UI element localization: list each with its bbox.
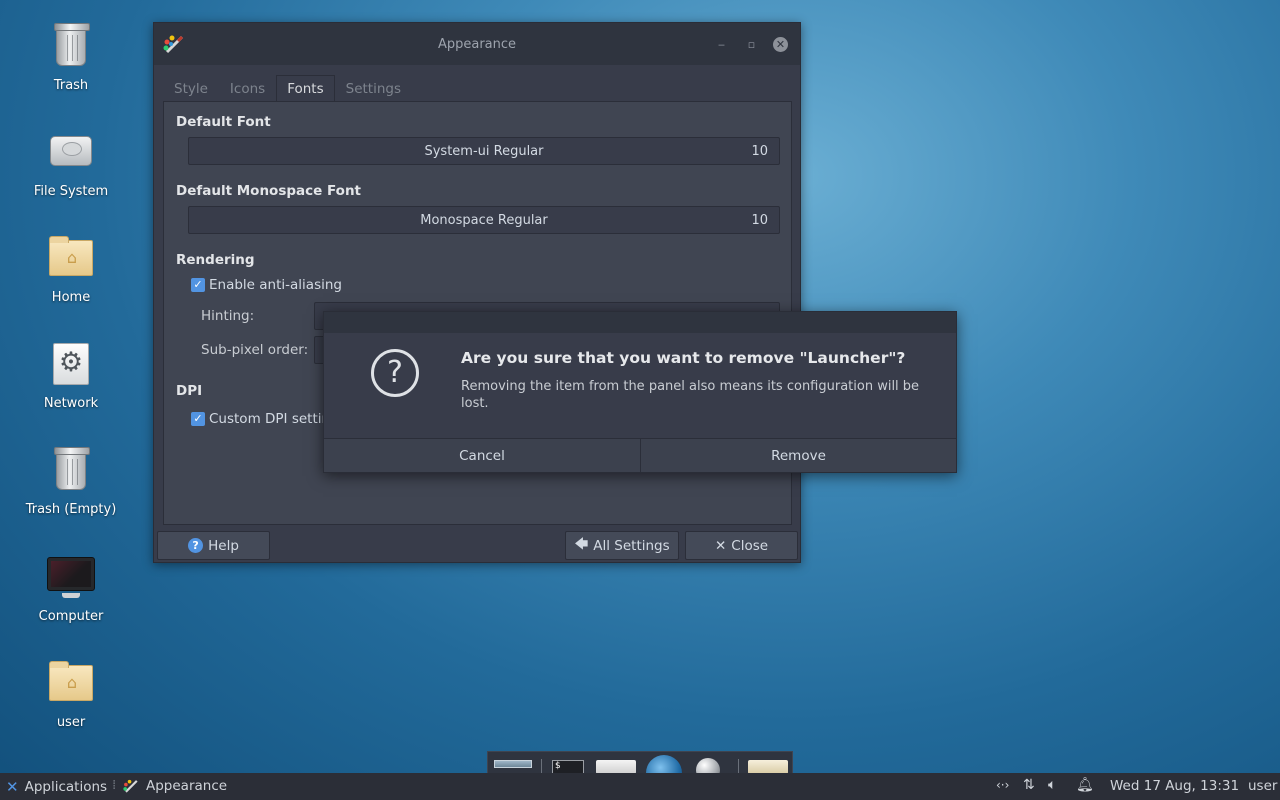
custom-dpi-row[interactable]: ✓ Custom DPI settin	[191, 411, 330, 427]
web-browser-icon[interactable]	[646, 755, 682, 773]
minimize-button[interactable]: ‒	[714, 37, 729, 52]
rendering-heading: Rendering	[176, 252, 255, 268]
applications-menu[interactable]: ✕ Applications	[6, 778, 107, 796]
user-menu[interactable]: user	[1248, 778, 1277, 794]
default-font-heading: Default Font	[176, 114, 271, 130]
folder-icon[interactable]	[748, 760, 788, 773]
appearance-app-icon	[163, 35, 184, 54]
window-titlebar[interactable]: Appearance ‒ ▫ ✕	[154, 23, 800, 65]
maximize-button[interactable]: ▫	[744, 37, 759, 52]
cancel-button[interactable]: Cancel	[324, 439, 640, 472]
antialias-checkbox[interactable]: ✓	[191, 278, 205, 292]
appearance-app-icon	[123, 779, 138, 793]
hard-drive-icon	[47, 128, 95, 176]
xfce-logo-icon: ✕	[6, 778, 19, 796]
monospace-font-button[interactable]: Monospace Regular 10	[188, 206, 780, 234]
network-status-icon[interactable]: ‹·›	[996, 778, 1009, 792]
taskbar-window-label: Appearance	[146, 778, 228, 794]
antialias-row[interactable]: ✓ Enable anti-aliasing	[191, 277, 342, 293]
help-label: Help	[208, 537, 239, 554]
user-folder-icon: ⌂	[47, 659, 95, 707]
close-window-button[interactable]: ✕	[773, 37, 788, 52]
dialog-body: Removing the item from the panel also me…	[461, 379, 920, 411]
window-title: Appearance	[437, 36, 517, 52]
close-button[interactable]: ✕ Close	[685, 531, 798, 560]
desktop-icon-label: user	[56, 715, 86, 730]
custom-dpi-label: Custom DPI settin	[209, 411, 331, 427]
network-settings-icon: ⚙	[47, 340, 95, 388]
close-label: Close	[731, 537, 769, 554]
monospace-font-size: 10	[751, 212, 768, 228]
default-font-size: 10	[751, 143, 768, 159]
close-icon: ✕	[714, 537, 727, 554]
dialog-titlebar[interactable]	[324, 312, 956, 333]
dock-separator	[541, 759, 542, 773]
desktop-icon-label: Home	[51, 290, 91, 305]
tab-fonts[interactable]: Fonts	[276, 75, 335, 101]
updates-arrows-icon[interactable]: ⇅	[1023, 777, 1035, 793]
monospace-font-heading: Default Monospace Font	[176, 183, 362, 199]
monospace-font-name: Monospace Regular	[420, 212, 548, 228]
remove-button[interactable]: Remove	[640, 439, 956, 472]
notification-bell-icon[interactable]: 🔔︎	[1076, 777, 1094, 793]
default-font-name: System-ui Regular	[424, 143, 544, 159]
default-font-button[interactable]: System-ui Regular 10	[188, 137, 780, 165]
app-finder-icon[interactable]	[696, 758, 720, 773]
antialias-label: Enable anti-aliasing	[209, 277, 342, 293]
hinting-label: Hinting:	[201, 308, 255, 324]
applications-label: Applications	[24, 779, 108, 795]
remove-launcher-dialog: ? Are you sure that you want to remove "…	[323, 311, 957, 473]
desktop-icon-label: Trash (Empty)	[25, 502, 117, 517]
tab-settings[interactable]: Settings	[335, 75, 412, 101]
dpi-heading: DPI	[176, 383, 203, 399]
desktop-icon-label: Trash	[53, 78, 89, 93]
desktop-icon-file-system[interactable]: File System	[11, 128, 131, 199]
taskbar-separator: ⁞	[112, 777, 117, 793]
desktop-icon-network[interactable]: ⚙ Network	[11, 340, 131, 411]
terminal-icon[interactable]: $	[552, 760, 584, 773]
tab-bar: Style Icons Fonts Settings	[163, 75, 412, 101]
computer-monitor-icon	[47, 553, 95, 601]
show-desktop-icon[interactable]	[494, 760, 532, 768]
home-folder-icon: ⌂	[47, 234, 95, 282]
desktop-icon-label: File System	[33, 184, 109, 199]
dialog-heading: Are you sure that you want to remove "La…	[461, 349, 906, 367]
desktop-icon-trash-empty[interactable]: Trash (Empty)	[11, 446, 131, 517]
desktop-icon-trash[interactable]: Trash	[11, 22, 131, 93]
all-settings-label: All Settings	[593, 537, 670, 554]
dock-separator	[738, 759, 739, 773]
help-icon: ?	[188, 538, 204, 553]
volume-icon[interactable]: 🔈︎	[1048, 777, 1056, 793]
help-button[interactable]: ? Help	[157, 531, 270, 560]
taskbar-window-appearance[interactable]: Appearance	[122, 778, 227, 794]
question-icon: ?	[371, 349, 419, 397]
taskbar: ✕ Applications ⁞ Appearance ‹·› ⇅ 🔈︎ 🔔︎ …	[0, 773, 1280, 800]
custom-dpi-checkbox[interactable]: ✓	[191, 412, 205, 426]
clock[interactable]: Wed 17 Aug, 13:31	[1110, 778, 1239, 794]
desktop-icon-label: Computer	[38, 609, 104, 624]
dock-panel: $	[487, 751, 793, 774]
subpixel-label: Sub-pixel order:	[201, 342, 309, 358]
desktop-icon-computer[interactable]: Computer	[11, 553, 131, 624]
tab-style[interactable]: Style	[163, 75, 219, 101]
all-settings-button[interactable]: 🡄 All Settings	[565, 531, 679, 560]
desktop-icon-user[interactable]: ⌂ user	[11, 659, 131, 730]
arrow-left-icon: 🡄	[574, 536, 589, 552]
file-manager-icon[interactable]	[596, 760, 636, 773]
desktop-icon-home[interactable]: ⌂ Home	[11, 234, 131, 305]
trash-icon	[47, 22, 95, 70]
tab-icons[interactable]: Icons	[219, 75, 276, 101]
appearance-window: Appearance ‒ ▫ ✕ Style Icons Fonts Setti…	[153, 22, 801, 563]
desktop-icon-label: Network	[43, 396, 99, 411]
trash-empty-icon	[47, 446, 95, 494]
